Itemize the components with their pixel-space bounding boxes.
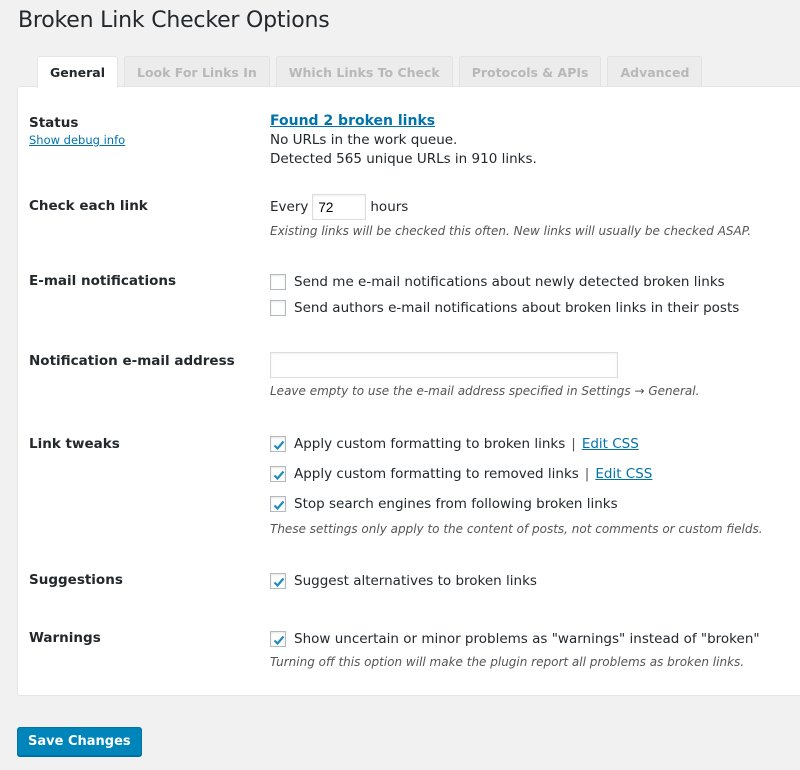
tab-look-for-links-in[interactable]: Look For Links In: [124, 56, 270, 87]
notify-authors-checkbox[interactable]: [270, 300, 286, 316]
tab-which-links-to-check[interactable]: Which Links To Check: [275, 56, 453, 87]
suggest-alternatives-label: Suggest alternatives to broken links: [294, 573, 537, 589]
format-broken-checkbox[interactable]: [270, 436, 286, 452]
nofollow-option[interactable]: Stop search engines from following broke…: [270, 489, 763, 519]
warnings-description: Turning off this option will make the pl…: [270, 655, 745, 669]
suggestions-label: Suggestions: [29, 572, 123, 588]
format-removed-label: Apply custom formatting to removed links: [294, 466, 579, 482]
warnings-checkbox[interactable]: [270, 631, 286, 647]
broken-links-link[interactable]: Found 2 broken links: [270, 113, 435, 129]
link-tweaks-label: Link tweaks: [29, 436, 120, 452]
nofollow-checkbox[interactable]: [270, 496, 286, 512]
format-removed-option[interactable]: Apply custom formatting to removed links…: [270, 459, 763, 489]
every-text: Every: [270, 198, 309, 215]
tab-advanced[interactable]: Advanced: [607, 56, 703, 87]
notify-me-option[interactable]: Send me e-mail notifications about newly…: [270, 269, 739, 295]
suggest-alternatives-checkbox[interactable]: [270, 573, 286, 589]
tab-bar: General Look For Links In Which Links To…: [37, 56, 703, 88]
notification-email-input[interactable]: [270, 352, 618, 378]
page-title: Broken Link Checker Options: [18, 8, 330, 33]
email-notifications-label: E-mail notifications: [29, 273, 177, 289]
warnings-option[interactable]: Show uncertain or minor problems as "war…: [270, 626, 760, 652]
format-removed-checkbox[interactable]: [270, 466, 286, 482]
notification-email-description: Leave empty to use the e-mail address sp…: [270, 384, 700, 398]
notify-authors-label: Send authors e-mail notifications about …: [294, 300, 740, 316]
edit-css-broken-link[interactable]: Edit CSS: [582, 436, 639, 452]
notify-me-label: Send me e-mail notifications about newly…: [294, 274, 725, 290]
checkmark-icon: [273, 635, 285, 646]
checkmark-icon: [273, 440, 285, 451]
checkmark-icon: [273, 500, 285, 511]
warnings-label: Warnings: [29, 630, 101, 646]
settings-panel: Status Show debug info Found 2 broken li…: [17, 86, 800, 696]
separator: |: [584, 466, 590, 482]
save-changes-button[interactable]: Save Changes: [17, 727, 142, 756]
status-label: Status: [29, 115, 79, 131]
notification-email-label: Notification e-mail address: [29, 353, 235, 369]
suggest-alternatives-option[interactable]: Suggest alternatives to broken links: [270, 568, 537, 594]
check-interval-description: Existing links will be checked this ofte…: [270, 224, 752, 238]
separator: |: [571, 436, 576, 452]
link-tweaks-description: These settings only apply to the content…: [270, 522, 763, 536]
warnings-option-label: Show uncertain or minor problems as "war…: [294, 631, 760, 647]
tab-protocols-apis[interactable]: Protocols & APIs: [458, 56, 602, 87]
checkmark-icon: [273, 577, 285, 588]
edit-css-removed-link[interactable]: Edit CSS: [595, 466, 652, 482]
nofollow-label: Stop search engines from following broke…: [294, 496, 618, 512]
format-broken-option[interactable]: Apply custom formatting to broken links …: [270, 429, 763, 459]
notify-authors-option[interactable]: Send authors e-mail notifications about …: [270, 295, 739, 321]
hours-text: hours: [370, 198, 409, 215]
show-debug-info-link[interactable]: Show debug info: [29, 133, 125, 147]
detected-urls-text: Detected 565 unique URLs in 910 links.: [270, 151, 537, 167]
checkmark-icon: [273, 470, 285, 481]
notify-me-checkbox[interactable]: [270, 274, 286, 290]
format-broken-label: Apply custom formatting to broken links: [294, 436, 566, 452]
tab-general[interactable]: General: [37, 56, 118, 88]
queue-status-text: No URLs in the work queue.: [270, 132, 458, 148]
check-interval-input[interactable]: [312, 194, 367, 220]
check-interval-label: Check each link: [29, 198, 148, 214]
